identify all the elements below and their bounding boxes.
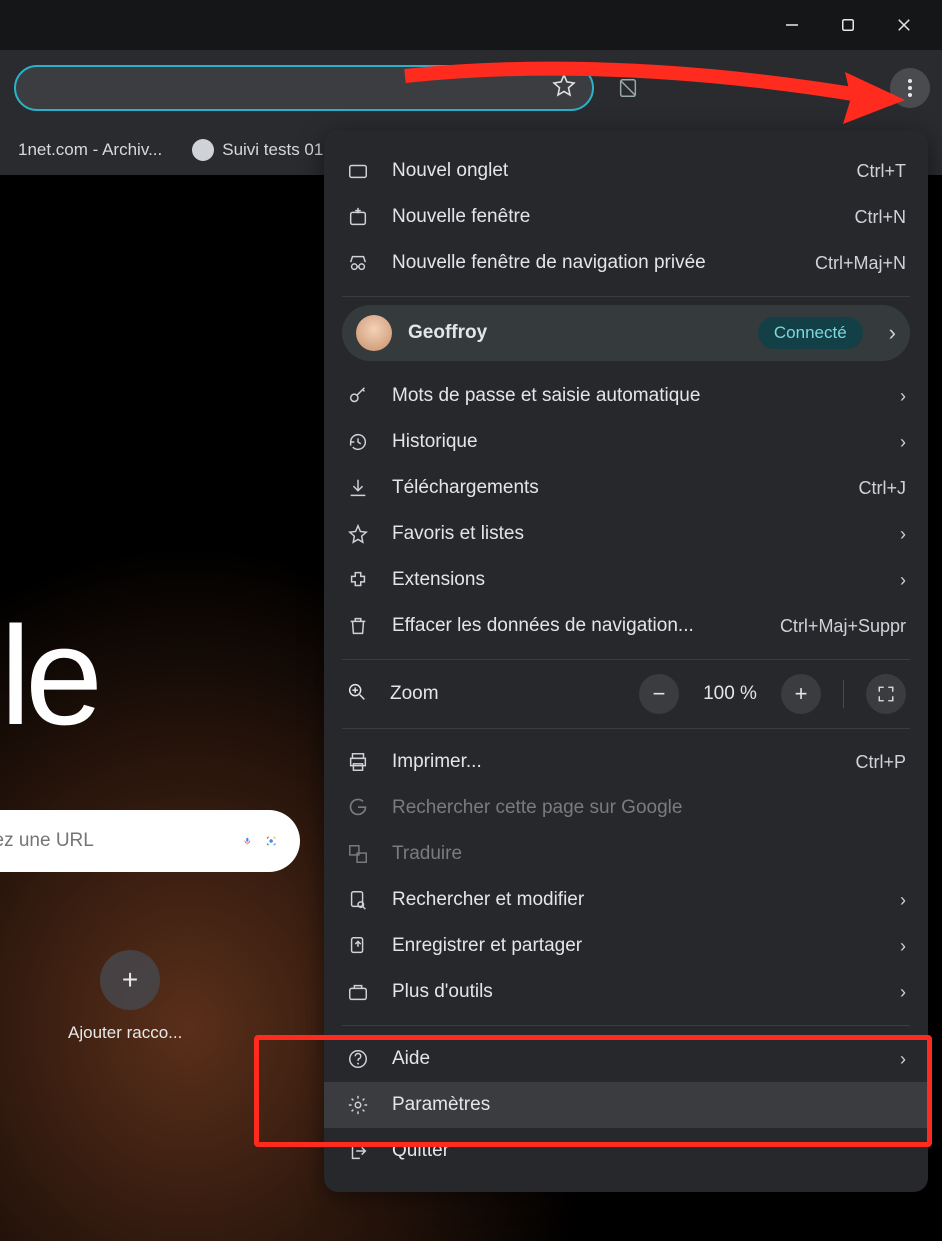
chevron-right-icon: › — [900, 982, 906, 1003]
tab-icon — [346, 159, 370, 183]
menu-translate: Traduire — [324, 831, 928, 877]
browser-toolbar — [0, 50, 942, 125]
menu-incognito[interactable]: Nouvelle fenêtre de navigation privée Ct… — [324, 240, 928, 286]
menu-downloads[interactable]: Téléchargements Ctrl+J — [324, 465, 928, 511]
trash-icon — [346, 614, 370, 638]
menu-zoom-row: Zoom − 100 % + — [324, 666, 928, 722]
chevron-right-icon: › — [889, 320, 896, 346]
menu-settings[interactable]: Paramètres — [324, 1082, 928, 1128]
profile-name: Geoffroy — [408, 322, 742, 344]
google-logo-fragment: le — [0, 595, 97, 757]
maximize-icon — [839, 16, 857, 34]
help-icon — [346, 1047, 370, 1071]
gear-icon — [346, 1093, 370, 1117]
puzzle-icon — [346, 568, 370, 592]
menu-print[interactable]: Imprimer... Ctrl+P — [324, 739, 928, 785]
zoom-out-button[interactable]: − — [639, 674, 679, 714]
find-icon — [346, 888, 370, 912]
google-icon — [346, 796, 370, 820]
reader-mode-icon[interactable] — [608, 68, 648, 108]
globe-icon — [192, 139, 214, 161]
menu-search-google: Rechercher cette page sur Google — [324, 785, 928, 831]
chevron-right-icon: › — [900, 570, 906, 591]
zoom-icon — [346, 681, 368, 708]
close-icon — [895, 16, 913, 34]
chevron-right-icon: › — [900, 1049, 906, 1070]
bookmark-label: 1net.com - Archiv... — [18, 140, 162, 160]
connection-status-badge: Connecté — [758, 317, 863, 349]
menu-exit[interactable]: Quitter — [324, 1128, 928, 1174]
chevron-right-icon: › — [900, 432, 906, 453]
minimize-icon — [783, 16, 801, 34]
maximize-button[interactable] — [820, 0, 876, 50]
menu-help[interactable]: Aide › — [324, 1036, 928, 1082]
address-bar[interactable] — [14, 65, 594, 111]
download-icon — [346, 476, 370, 500]
menu-new-window[interactable]: Nouvelle fenêtre Ctrl+N — [324, 194, 928, 240]
menu-save-share[interactable]: Enregistrer et partager › — [324, 923, 928, 969]
history-icon — [346, 430, 370, 454]
menu-profile-row[interactable]: Geoffroy Connecté › — [342, 305, 910, 361]
toolbox-icon — [346, 980, 370, 1004]
search-input[interactable] — [0, 830, 229, 852]
minimize-button[interactable] — [764, 0, 820, 50]
menu-clear-data[interactable]: Effacer les données de navigation... Ctr… — [324, 603, 928, 649]
exit-icon — [346, 1139, 370, 1163]
plus-icon: + — [122, 964, 138, 996]
star-icon — [346, 522, 370, 546]
incognito-icon — [346, 251, 370, 275]
translate-icon — [346, 842, 370, 866]
menu-find-edit[interactable]: Rechercher et modifier › — [324, 877, 928, 923]
chrome-menu: Nouvel onglet Ctrl+T Nouvelle fenêtre Ct… — [324, 130, 928, 1192]
chevron-right-icon: › — [900, 890, 906, 911]
bookmark-star-icon[interactable] — [552, 73, 576, 102]
three-dots-icon — [908, 79, 912, 97]
menu-new-tab[interactable]: Nouvel onglet Ctrl+T — [324, 148, 928, 194]
google-lens-icon[interactable] — [266, 828, 276, 854]
close-window-button[interactable] — [876, 0, 932, 50]
more-menu-button[interactable] — [890, 68, 930, 108]
bookmark-label: Suivi tests 01 — [222, 140, 323, 160]
menu-history[interactable]: Historique › — [324, 419, 928, 465]
chevron-right-icon: › — [900, 524, 906, 545]
chevron-right-icon: › — [900, 386, 906, 407]
zoom-value: 100 % — [701, 683, 759, 705]
printer-icon — [346, 750, 370, 774]
chevron-right-icon: › — [900, 936, 906, 957]
bookmark-item[interactable]: Suivi tests 01 — [182, 133, 333, 167]
menu-bookmarks[interactable]: Favoris et listes › — [324, 511, 928, 557]
window-titlebar — [0, 0, 942, 50]
menu-extensions[interactable]: Extensions › — [324, 557, 928, 603]
bookmark-item[interactable]: 1net.com - Archiv... — [8, 134, 172, 166]
menu-passwords[interactable]: Mots de passe et saisie automatique › — [324, 373, 928, 419]
key-icon — [346, 384, 370, 408]
zoom-in-button[interactable]: + — [781, 674, 821, 714]
add-shortcut-button[interactable]: + — [100, 950, 160, 1010]
fullscreen-button[interactable] — [866, 674, 906, 714]
save-share-icon — [346, 934, 370, 958]
ntp-search-box[interactable] — [0, 810, 300, 872]
menu-more-tools[interactable]: Plus d'outils › — [324, 969, 928, 1015]
avatar — [356, 315, 392, 351]
voice-search-icon[interactable] — [243, 830, 252, 852]
new-window-icon — [346, 205, 370, 229]
add-shortcut-label: Ajouter racco... — [68, 1023, 182, 1043]
